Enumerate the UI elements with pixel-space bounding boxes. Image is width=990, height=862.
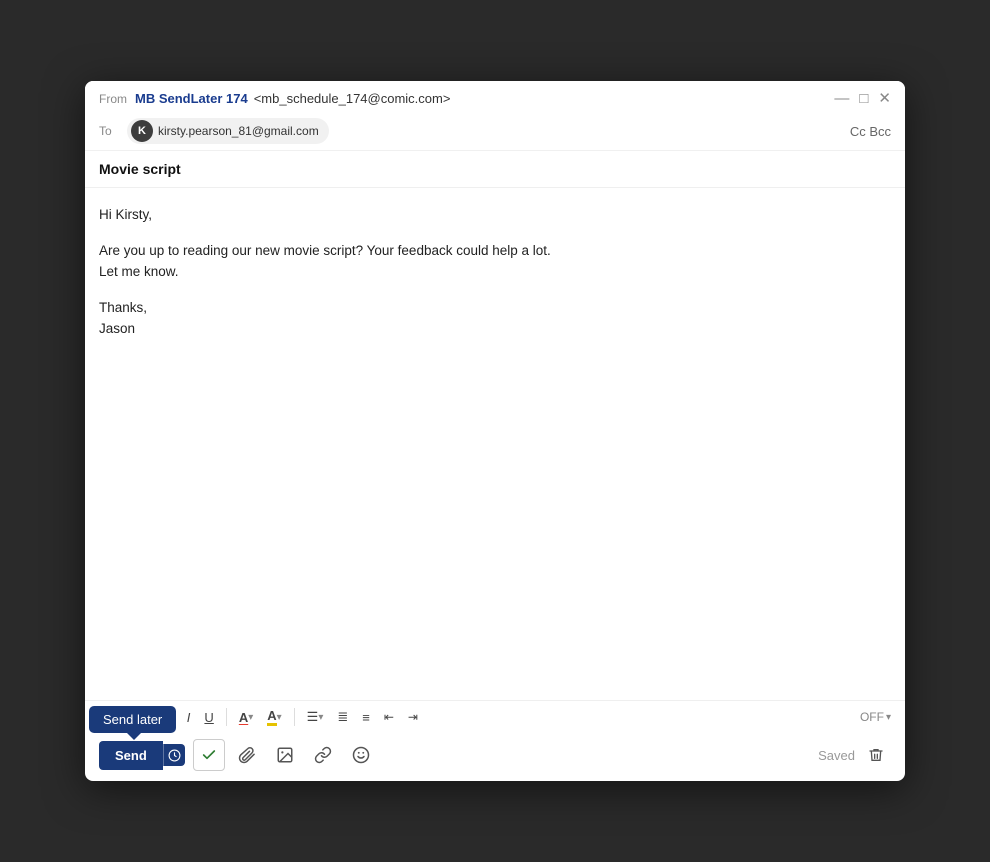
align-button[interactable]: ☰ ▾ <box>301 706 330 728</box>
body-greeting: Hi Kirsty, <box>99 204 891 226</box>
send-button-group: Send later Send <box>99 741 185 770</box>
attachment-button[interactable] <box>231 742 263 768</box>
to-label: To <box>99 124 119 138</box>
image-button[interactable] <box>269 742 301 768</box>
underline-button[interactable]: U <box>198 707 219 728</box>
title-bar: From MB SendLater 174 <mb_schedule_174@c… <box>85 81 905 112</box>
avatar: K <box>131 120 153 142</box>
from-label: From <box>99 92 127 106</box>
font-color-dropdown-arrow: ▾ <box>248 712 253 723</box>
cc-bcc-button[interactable]: Cc Bcc <box>850 124 891 139</box>
sender-name: MB SendLater 174 <box>135 91 248 106</box>
window-controls: — □ ✕ <box>834 91 891 106</box>
body-line3: Let me know. <box>99 264 179 279</box>
emoji-button[interactable] <box>345 742 377 768</box>
link-button[interactable] <box>307 742 339 768</box>
body-content: Are you up to reading our new movie scri… <box>99 240 891 283</box>
saved-text: Saved <box>818 748 855 763</box>
send-button[interactable]: Send <box>99 741 163 770</box>
emoji-icon <box>352 746 370 764</box>
to-row: To K kirsty.pearson_81@gmail.com Cc Bcc <box>85 112 905 151</box>
off-dropdown-arrow[interactable]: ▾ <box>886 712 891 723</box>
indent-decrease-button[interactable]: ⇤ <box>378 707 400 727</box>
ordered-list-button[interactable]: ≣ <box>331 706 354 728</box>
checkmark-icon <box>201 747 217 763</box>
trash-icon <box>868 747 884 763</box>
formatting-toolbar: Arial 10 ▾ B I U A ▾ A ▾ ☰ ▾ ≣ <box>85 700 905 733</box>
subject-row: Movie script <box>85 151 905 188</box>
email-body[interactable]: Hi Kirsty, Are you up to reading our new… <box>85 188 905 700</box>
recipient-chip[interactable]: K kirsty.pearson_81@gmail.com <box>127 118 329 144</box>
body-line5: Jason <box>99 321 135 336</box>
italic-button[interactable]: I <box>181 707 197 728</box>
subject-text: Movie script <box>99 161 181 177</box>
toolbar-right: OFF ▾ <box>860 710 891 724</box>
body-line2: Are you up to reading our new movie scri… <box>99 243 551 258</box>
font-color-button[interactable]: A ▾ <box>233 707 259 728</box>
send-clock-button[interactable] <box>163 744 185 766</box>
minimize-button[interactable]: — <box>834 91 849 106</box>
highlight-color-button[interactable]: A ▾ <box>261 705 287 729</box>
title-bar-from: From MB SendLater 174 <mb_schedule_174@c… <box>99 91 450 106</box>
paperclip-icon <box>238 746 256 764</box>
checkmark-button[interactable] <box>193 739 225 771</box>
action-bar: Send later Send <box>85 733 905 781</box>
body-thanks: Thanks, Jason <box>99 297 891 340</box>
saved-status: Saved <box>818 743 891 767</box>
sender-email: <mb_schedule_174@comic.com> <box>254 91 451 106</box>
maximize-button[interactable]: □ <box>859 91 868 106</box>
toolbar-separator-1 <box>226 708 227 726</box>
highlight-dropdown-arrow: ▾ <box>277 712 282 723</box>
close-button[interactable]: ✕ <box>878 91 891 106</box>
delete-button[interactable] <box>861 743 891 767</box>
indent-increase-button[interactable]: ⇥ <box>402 707 424 727</box>
link-icon <box>314 746 332 764</box>
compose-window: From MB SendLater 174 <mb_schedule_174@c… <box>85 81 905 781</box>
unordered-list-button[interactable]: ≡ <box>356 707 376 728</box>
send-label: Send <box>115 748 147 763</box>
clock-icon <box>168 749 181 762</box>
toolbar-separator-2 <box>294 708 295 726</box>
body-line4: Thanks, <box>99 300 147 315</box>
off-label: OFF <box>860 710 884 724</box>
image-icon <box>276 746 294 764</box>
send-later-tooltip: Send later <box>89 706 176 733</box>
recipient-email: kirsty.pearson_81@gmail.com <box>158 124 319 138</box>
